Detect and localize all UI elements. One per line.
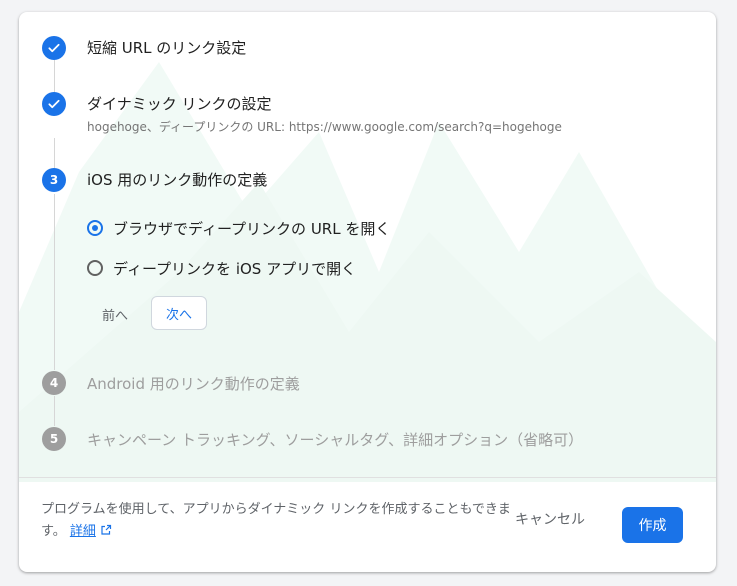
radio-label: ディープリンクを iOS アプリで開く [113,259,357,278]
create-button[interactable]: 作成 [622,507,683,543]
step-4-number: 4 [42,371,66,395]
footer-divider [19,477,716,478]
step-3-number: 3 [42,168,66,192]
radio-unselected-icon[interactable] [87,260,103,276]
radio-label: ブラウザでディープリンクの URL を開く [113,219,391,238]
step-complete-check-icon [42,36,66,60]
step-3-title[interactable]: iOS 用のリンク動作の定義 [87,169,267,190]
step-connector [54,60,55,95]
ios-option-open-in-app[interactable]: ディープリンクを iOS アプリで開く [87,256,356,280]
step-complete-check-icon [42,92,66,116]
step-4-title[interactable]: Android 用のリンク動作の定義 [87,373,300,394]
radio-selected-icon[interactable] [87,220,103,236]
open-in-new-icon [101,524,112,535]
step-1-title[interactable]: 短縮 URL のリンク設定 [87,37,246,58]
step-5-title[interactable]: キャンペーン トラッキング、ソーシャルタグ、詳細オプション（省略可） [87,429,583,450]
back-button[interactable]: 前へ [102,305,128,324]
create-dynamic-link-dialog: 短縮 URL のリンク設定 ダイナミック リンクの設定 hogehoge、ディー… [19,12,716,572]
cancel-button[interactable]: キャンセル [509,508,591,530]
step-5-number: 5 [42,427,66,451]
step-2-title[interactable]: ダイナミック リンクの設定 [87,93,271,114]
step-2-summary: hogehoge、ディープリンクの URL: https://www.googl… [87,120,562,134]
ios-option-open-in-browser[interactable]: ブラウザでディープリンクの URL を開く [87,216,390,240]
next-button[interactable]: 次へ [151,296,208,330]
step-connector [54,396,55,426]
footer-description: プログラムを使用して、アプリからダイナミック リンクを作成することもできます。 … [41,499,511,543]
step-connector [54,194,55,370]
details-link-label: 詳細 [69,524,96,539]
step-connector [54,138,55,168]
details-link[interactable]: 詳細 [70,524,96,539]
